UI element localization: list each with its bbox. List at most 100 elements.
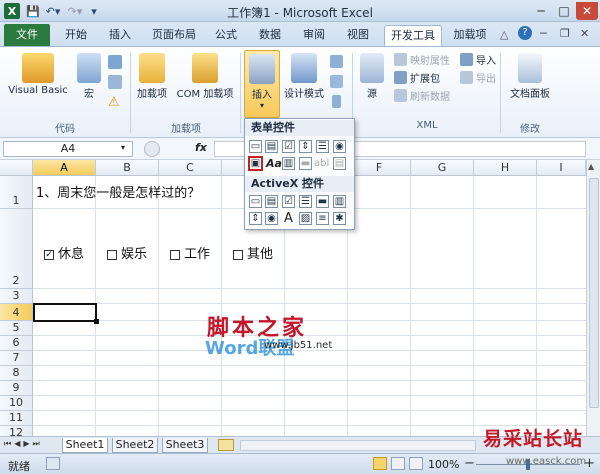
help-icon[interactable]: ? xyxy=(518,26,532,40)
row-header-2[interactable]: 2 xyxy=(0,209,33,289)
activex-textbox-icon[interactable]: ▬ xyxy=(316,195,329,208)
activex-spinner-icon[interactable]: ⇕ xyxy=(249,212,262,225)
form-button-control-icon[interactable]: ▭ xyxy=(249,140,262,153)
collapse-ribbon-icon[interactable]: △ xyxy=(500,28,508,41)
column-header-c[interactable]: C xyxy=(159,160,222,176)
row-header-9[interactable]: 9 xyxy=(0,381,33,396)
row-header-7[interactable]: 7 xyxy=(0,351,33,366)
column-header-h[interactable]: H xyxy=(474,160,537,176)
name-box-dropdown-icon[interactable]: ▾ xyxy=(121,143,125,152)
tab-home[interactable]: 开始 xyxy=(56,25,96,46)
formula-cancel-icon[interactable] xyxy=(144,141,160,157)
import-button[interactable]: 导入 xyxy=(460,51,496,68)
addins-button[interactable]: 加载项 xyxy=(134,53,170,100)
activex-radio-icon[interactable]: ◉ xyxy=(265,212,278,225)
run-dialog-icon[interactable] xyxy=(332,95,341,108)
tab-view[interactable]: 视图 xyxy=(338,25,378,46)
doc-restore-icon[interactable]: ❐ xyxy=(560,27,570,40)
sheet-tab-2[interactable]: Sheet2 xyxy=(112,438,158,453)
design-mode-button[interactable]: 设计模式 xyxy=(282,53,326,100)
tab-data[interactable]: 数据 xyxy=(250,25,290,46)
form-spinner-icon[interactable]: ⇕ xyxy=(299,140,312,153)
sheet-nav-arrows-icon[interactable]: ⏮◀▶⏭ xyxy=(4,439,43,449)
form-listbox-icon[interactable]: ☰ xyxy=(316,140,329,153)
tab-insert[interactable]: 插入 xyxy=(100,25,140,46)
activex-combobox-icon[interactable]: ▤ xyxy=(265,195,278,208)
tab-developer[interactable]: 开发工具 xyxy=(384,25,442,46)
column-header-i[interactable]: I xyxy=(537,160,586,176)
tab-addins[interactable]: 加载项 xyxy=(446,25,494,46)
close-button[interactable]: ✕ xyxy=(576,2,598,20)
fill-handle[interactable] xyxy=(94,319,99,324)
vertical-scrollbar[interactable]: ▲ xyxy=(586,160,600,436)
xml-source-button[interactable]: 源 xyxy=(356,53,388,100)
macro-security-icon[interactable]: ⚠ xyxy=(108,95,120,110)
row-header-11[interactable]: 11 xyxy=(0,411,33,426)
form-radio-icon[interactable]: ◉ xyxy=(333,140,346,153)
maximize-button[interactable]: □ xyxy=(553,2,575,20)
row-header-12[interactable]: 12 xyxy=(0,426,33,436)
zoom-out-button[interactable]: − xyxy=(464,456,475,471)
column-header-b[interactable]: B xyxy=(96,160,159,176)
row-header-6[interactable]: 6 xyxy=(0,336,33,351)
macro-button[interactable]: 宏 xyxy=(74,53,104,100)
checkbox-rest[interactable]: ✓ 休息 xyxy=(44,243,84,262)
activex-more-controls-icon[interactable]: ✱ xyxy=(333,212,346,225)
checkbox-other[interactable]: 其他 xyxy=(233,243,273,262)
zoom-level[interactable]: 100% xyxy=(428,458,459,471)
visual-basic-button[interactable]: Visual Basic xyxy=(4,53,72,96)
page-break-view-icon[interactable] xyxy=(409,457,423,470)
sheet-tab-3[interactable]: Sheet3 xyxy=(162,438,208,453)
column-header-g[interactable]: G xyxy=(411,160,474,176)
minimize-button[interactable]: ─ xyxy=(530,2,552,20)
record-macro-icon[interactable] xyxy=(108,55,122,69)
refresh-data-button[interactable]: 刷新数据 xyxy=(394,87,450,104)
name-box[interactable]: A4 xyxy=(3,141,133,157)
document-panel-button[interactable]: 文档面板 xyxy=(504,53,556,100)
export-button[interactable]: 导出 xyxy=(460,69,496,86)
activex-image-icon[interactable]: ▨ xyxy=(299,212,312,225)
macro-record-icon[interactable] xyxy=(46,457,60,470)
column-header-a[interactable]: A xyxy=(33,160,96,176)
activex-checkbox-icon[interactable]: ☑ xyxy=(282,195,295,208)
activex-label-icon[interactable]: A xyxy=(284,211,293,226)
sheet-tab-1[interactable]: Sheet1 xyxy=(62,438,108,453)
row-header-4[interactable]: 4 xyxy=(0,304,33,321)
insert-control-button[interactable]: 插入 ▾ xyxy=(244,50,280,118)
row-header-3[interactable]: 3 xyxy=(0,289,33,304)
expansion-pack-button[interactable]: 扩展包 xyxy=(394,69,440,86)
form-combobox-icon[interactable]: ▤ xyxy=(265,140,278,153)
relative-ref-icon[interactable] xyxy=(108,75,122,89)
select-all-corner[interactable] xyxy=(0,160,33,176)
properties-icon[interactable] xyxy=(330,55,343,68)
activex-toggle-icon[interactable]: ≡ xyxy=(316,212,329,225)
row-header-8[interactable]: 8 xyxy=(0,366,33,381)
tab-file[interactable]: 文件 xyxy=(4,24,50,46)
doc-close-icon[interactable]: ✕ xyxy=(580,27,589,40)
activex-button-icon[interactable]: ▭ xyxy=(249,195,262,208)
form-groupbox-icon[interactable]: ▣ xyxy=(248,156,263,171)
com-addins-button[interactable]: COM 加载项 xyxy=(172,53,238,100)
normal-view-icon[interactable] xyxy=(373,457,387,470)
activex-listbox-icon[interactable]: ☰ xyxy=(299,195,312,208)
scroll-thumb[interactable] xyxy=(589,178,599,408)
doc-minimize-icon[interactable]: ─ xyxy=(540,27,547,40)
map-properties-button[interactable]: 映射属性 xyxy=(394,51,450,68)
form-label-icon[interactable]: Aa xyxy=(266,157,282,170)
horizontal-scrollbar[interactable] xyxy=(240,440,476,451)
checkbox-work[interactable]: 工作 xyxy=(170,243,210,262)
form-scrollbar-icon[interactable]: ▥ xyxy=(282,157,295,170)
active-cell-a4[interactable] xyxy=(33,303,97,322)
insert-function-button[interactable]: fx xyxy=(195,141,207,154)
insert-sheet-icon[interactable] xyxy=(218,439,234,451)
row-header-10[interactable]: 10 xyxy=(0,396,33,411)
tab-formulas[interactable]: 公式 xyxy=(206,25,246,46)
row-header-5[interactable]: 5 xyxy=(0,321,33,336)
scroll-up-icon[interactable]: ▲ xyxy=(588,162,594,171)
form-checkbox-icon[interactable]: ☑ xyxy=(282,140,295,153)
view-code-icon[interactable] xyxy=(330,75,343,88)
tab-page-layout[interactable]: 页面布局 xyxy=(146,25,202,46)
activex-scrollbar-icon[interactable]: ▥ xyxy=(333,195,346,208)
page-layout-view-icon[interactable] xyxy=(391,457,405,470)
row-header-1[interactable]: 1 xyxy=(0,176,33,209)
